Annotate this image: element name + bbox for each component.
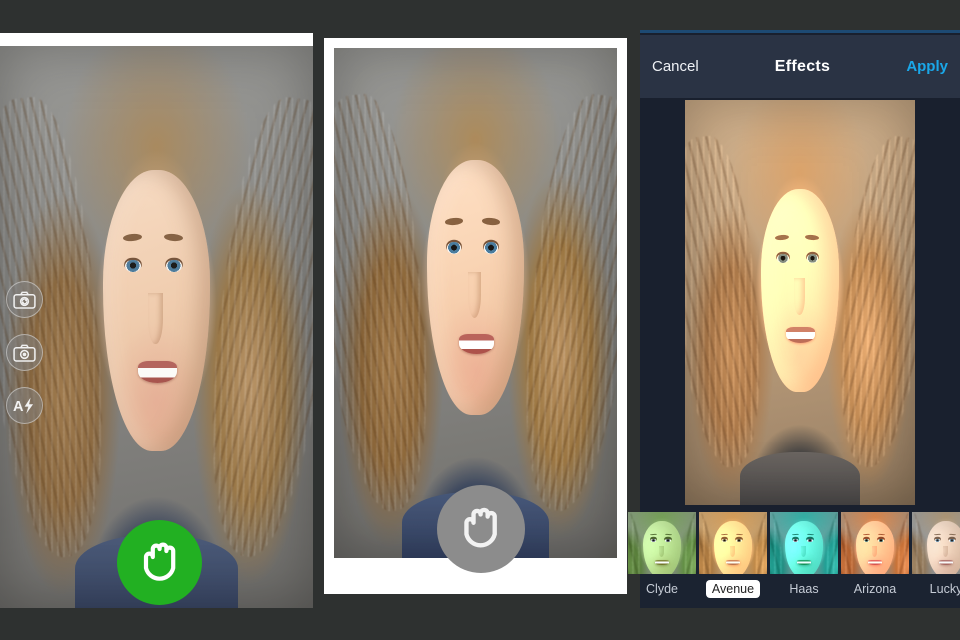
filter-label[interactable]: Arizona — [841, 582, 909, 596]
flash-auto-icon[interactable]: A — [6, 387, 43, 424]
filter-thumb-haas[interactable]: Haas — [770, 512, 838, 596]
effects-editor: Cancel Effects Apply Clyde Avenue Haas Ariz… — [628, 30, 960, 608]
page-title: Effects — [774, 57, 831, 75]
camera-icon[interactable] — [6, 334, 43, 371]
filter-thumb-avenue[interactable]: Avenue — [699, 512, 767, 598]
screenshot-canvas: A Cancel Effects Apply Clyde Avenue Haas… — [0, 0, 960, 640]
filter-filmstrip[interactable]: Clyde Avenue Haas Arizona Lucky — [628, 512, 960, 608]
filter-thumb-image[interactable] — [770, 512, 838, 574]
filtered-preview[interactable] — [685, 100, 915, 505]
status-bar — [0, 33, 313, 46]
filter-label[interactable]: Avenue — [705, 580, 761, 598]
filter-thumb-image[interactable] — [841, 512, 909, 574]
filter-label[interactable]: Clyde — [628, 582, 696, 596]
filter-thumb-clyde[interactable]: Clyde — [628, 512, 696, 596]
filter-label[interactable]: Lucky — [912, 582, 960, 596]
apply-button[interactable]: Apply — [906, 58, 948, 75]
preview-photo[interactable] — [334, 48, 617, 558]
gesture-capture-button-gray[interactable] — [437, 485, 525, 573]
top-accent-rule — [640, 30, 960, 33]
camera-capture-screen: A — [0, 33, 313, 608]
filter-thumb-image[interactable] — [628, 512, 696, 574]
camera-switch-icon[interactable] — [6, 281, 43, 318]
cancel-button[interactable]: Cancel — [652, 58, 699, 75]
filter-label[interactable]: Haas — [770, 582, 838, 596]
filter-thumb-arizona[interactable]: Arizona — [841, 512, 909, 596]
filter-thumb-image[interactable] — [699, 512, 767, 574]
gesture-capture-button-green[interactable] — [117, 520, 202, 605]
filter-thumb-lucky[interactable]: Lucky — [912, 512, 960, 596]
filter-thumb-image[interactable] — [912, 512, 960, 574]
effects-navbar: Cancel Effects Apply — [640, 35, 960, 98]
svg-text:A: A — [13, 399, 24, 415]
